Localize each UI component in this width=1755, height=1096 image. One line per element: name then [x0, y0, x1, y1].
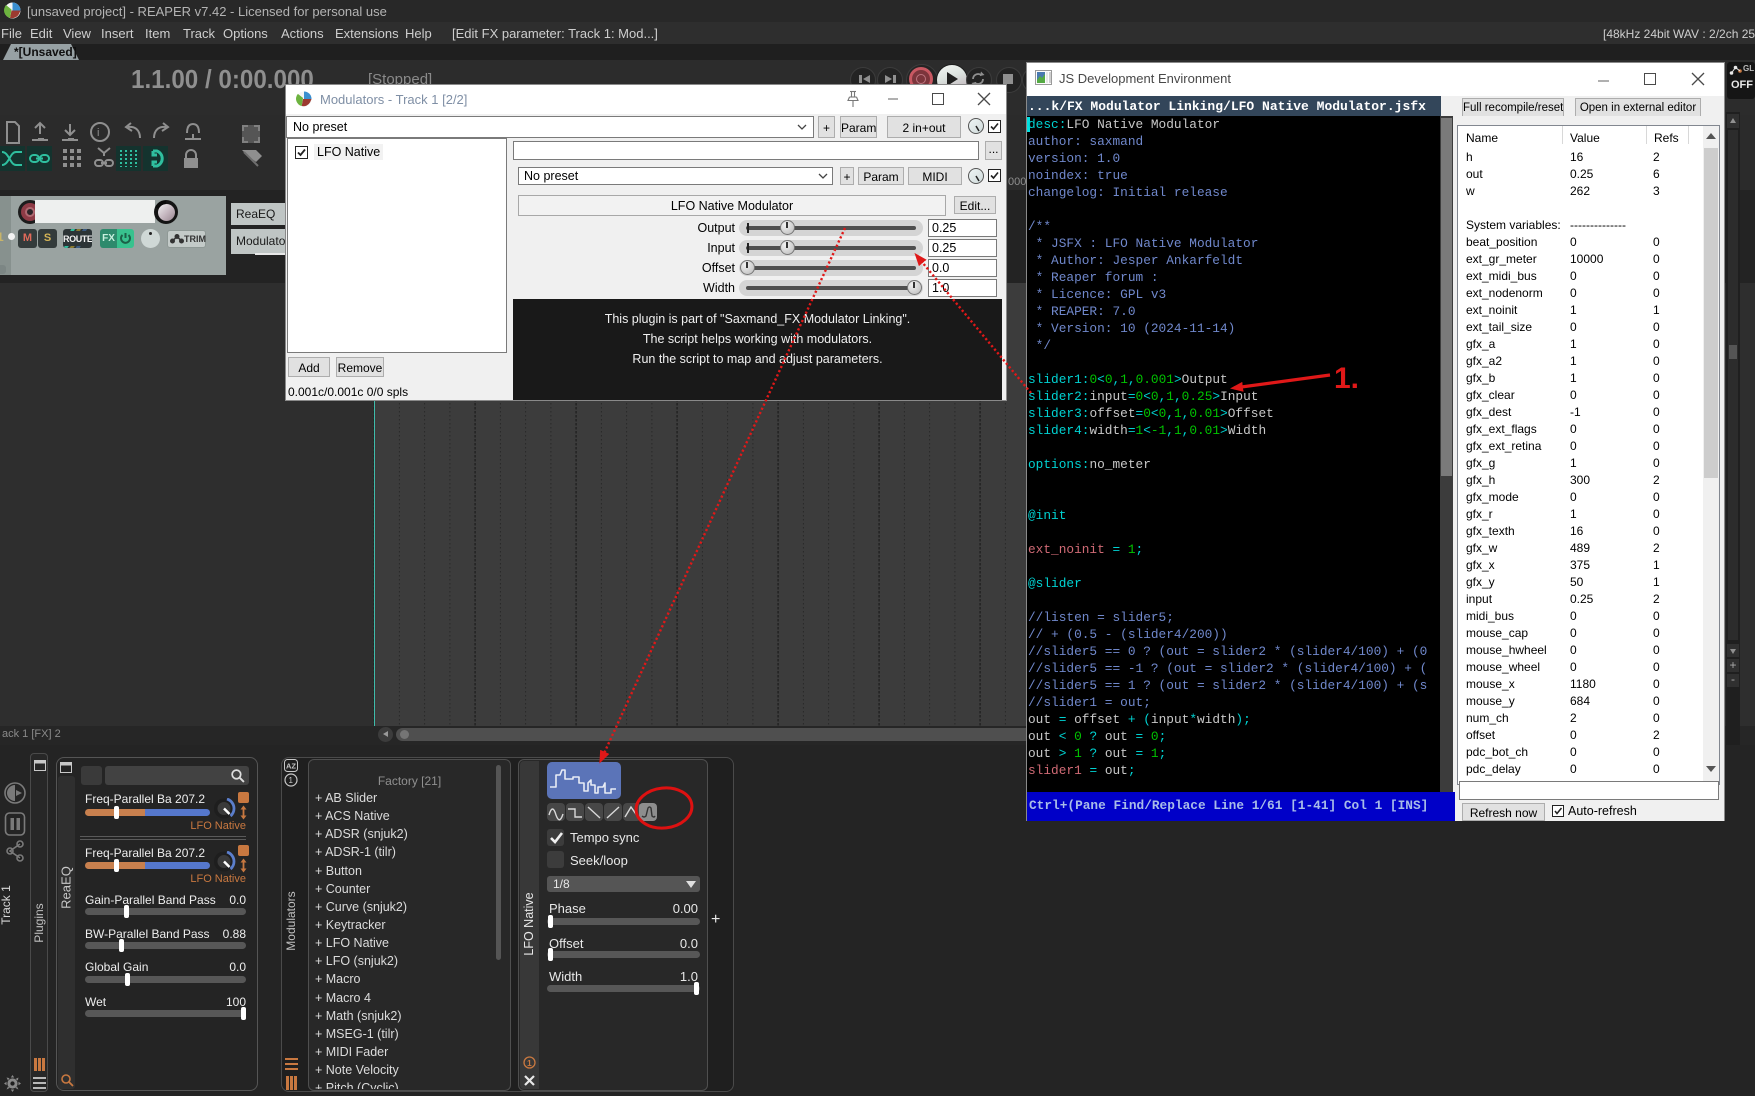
svg-text:1: 1 [527, 1058, 532, 1068]
svg-text:AZ: AZ [286, 762, 296, 771]
svg-text:i: i [97, 127, 99, 139]
svg-text:1: 1 [289, 776, 294, 785]
